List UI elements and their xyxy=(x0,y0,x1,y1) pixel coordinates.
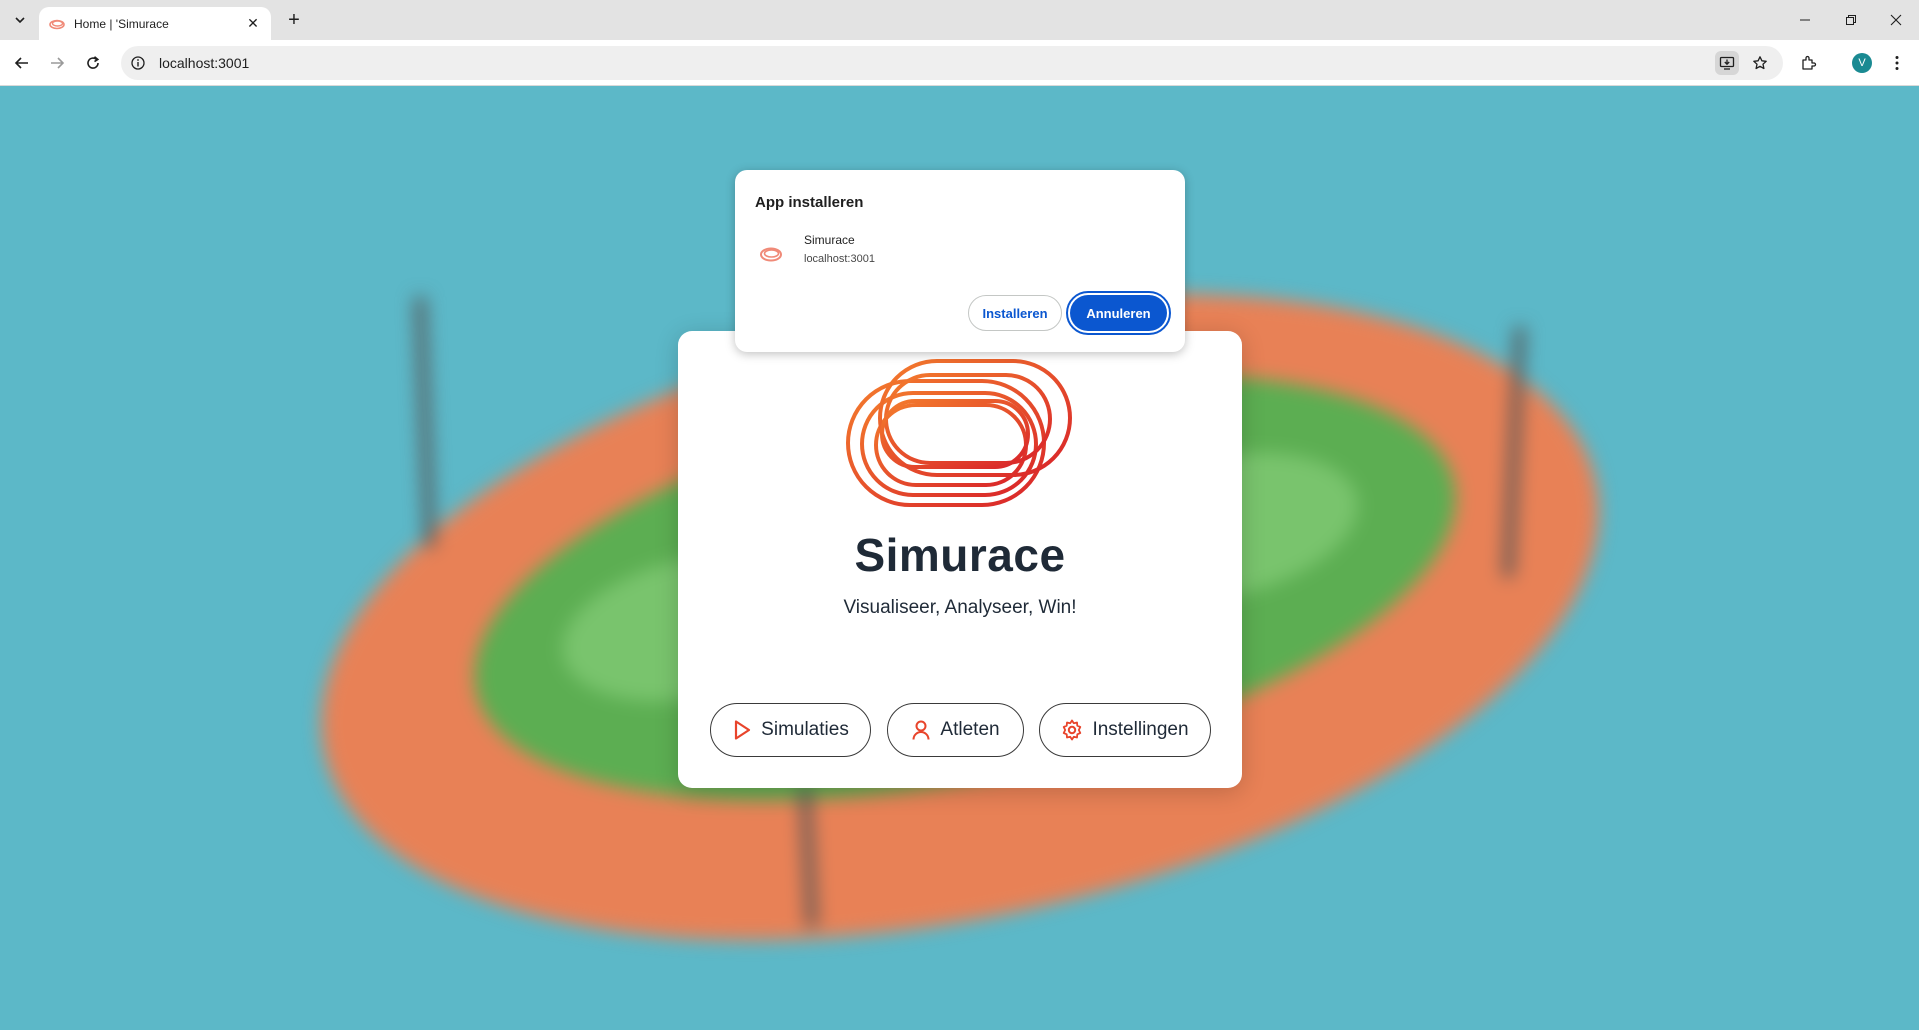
hero-card: Simurace Visualiseer, Analyseer, Win! Si… xyxy=(678,331,1242,788)
tab-strip: Home | 'Simurace ✕ + xyxy=(0,0,1919,40)
tab-close-icon[interactable]: ✕ xyxy=(245,15,261,32)
dialog-app-name: Simurace xyxy=(804,233,855,247)
tab-title: Home | 'Simurace xyxy=(74,16,169,31)
profile-avatar[interactable]: V xyxy=(1852,53,1872,73)
back-icon[interactable] xyxy=(10,51,34,75)
instellingen-button[interactable]: Instellingen xyxy=(1039,703,1211,757)
tab-search-icon[interactable] xyxy=(8,8,32,32)
close-window-icon[interactable] xyxy=(1873,6,1919,34)
instellingen-label: Instellingen xyxy=(1092,719,1189,740)
forward-icon[interactable] xyxy=(45,51,69,75)
simurace-app-icon xyxy=(760,247,782,262)
reload-icon[interactable] xyxy=(81,51,105,75)
simurace-logo-icon xyxy=(846,359,1072,507)
url-text: localhost:3001 xyxy=(159,55,250,71)
atleten-button[interactable]: Atleten xyxy=(887,703,1024,757)
atleten-label: Atleten xyxy=(940,719,1000,740)
restore-icon[interactable] xyxy=(1828,6,1874,34)
hero-tagline: Visualiseer, Analyseer, Win! xyxy=(843,597,1077,618)
simurace-favicon-icon xyxy=(49,19,65,29)
install-app-icon[interactable] xyxy=(1715,51,1739,75)
extensions-icon[interactable] xyxy=(1797,51,1821,75)
page-viewport: Simurace Visualiseer, Analyseer, Win! Si… xyxy=(0,87,1919,1030)
play-icon xyxy=(735,720,751,740)
dialog-app-url: localhost:3001 xyxy=(804,253,875,265)
browser-toolbar: localhost:3001 V xyxy=(0,40,1919,86)
hero-button-row: Simulaties Atleten Instellingen xyxy=(678,703,1242,757)
simulaties-label: Simulaties xyxy=(761,719,849,740)
new-tab-icon[interactable]: + xyxy=(282,8,306,32)
hero-title: Simurace xyxy=(854,529,1066,581)
address-bar[interactable]: localhost:3001 xyxy=(121,46,1783,80)
gear-icon xyxy=(1063,719,1082,741)
install-app-dialog: App installeren Simurace localhost:3001 … xyxy=(735,170,1185,352)
install-button[interactable]: Installeren xyxy=(968,295,1062,331)
active-tab[interactable]: Home | 'Simurace ✕ xyxy=(39,7,271,40)
dialog-title: App installeren xyxy=(755,194,864,211)
site-info-icon[interactable] xyxy=(130,55,146,71)
bookmark-star-icon[interactable] xyxy=(1748,51,1772,75)
minimize-icon[interactable] xyxy=(1782,6,1828,34)
cancel-button[interactable]: Annuleren xyxy=(1066,291,1171,335)
menu-kebab-icon[interactable] xyxy=(1885,51,1909,75)
simulaties-button[interactable]: Simulaties xyxy=(710,703,871,757)
user-icon xyxy=(912,720,930,740)
